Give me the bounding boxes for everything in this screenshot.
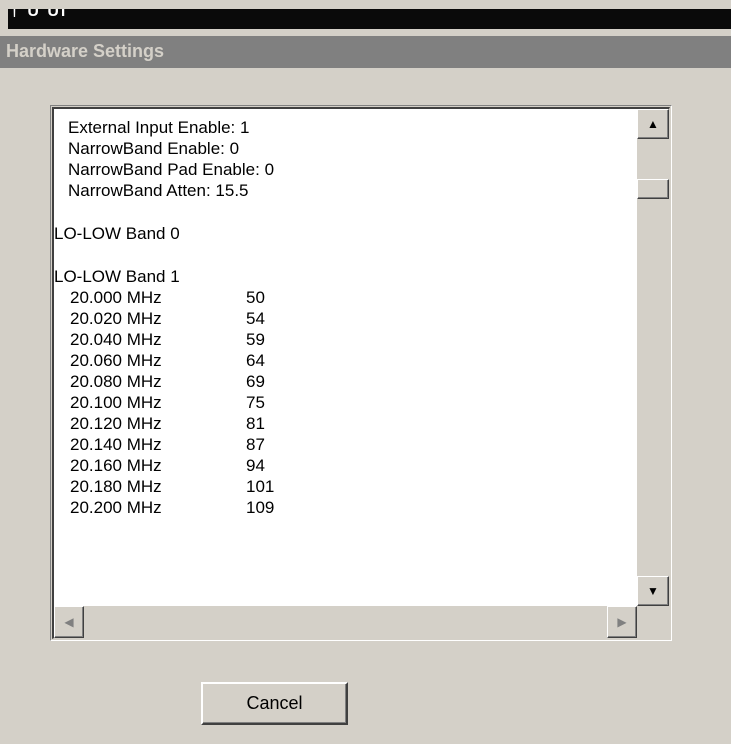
frequency-label: 20.160 MHz xyxy=(70,456,162,475)
list-item[interactable]: 20.180 MHz 101 xyxy=(54,476,634,497)
band-value: 94 xyxy=(246,456,265,475)
list-item[interactable]: NarrowBand Enable: 0 xyxy=(54,138,634,159)
band-value: 81 xyxy=(246,414,265,433)
frequency-label: 20.040 MHz xyxy=(70,330,162,349)
list-item[interactable]: 20.060 MHz 64 xyxy=(54,350,634,371)
scroll-up-button[interactable]: ▲ xyxy=(637,109,669,139)
arrow-right-icon: ▶ xyxy=(617,615,627,629)
frequency-label: 20.060 MHz xyxy=(70,351,162,370)
band-value: 87 xyxy=(246,435,265,454)
list-item[interactable]: 20.140 MHz 87 xyxy=(54,434,634,455)
settings-listbox-inner[interactable]: External Input Enable: 1 NarrowBand Enab… xyxy=(52,107,670,639)
list-item[interactable]: 20.000 MHz 50 xyxy=(54,287,634,308)
parent-window-titlebar: † U Ui xyxy=(0,0,731,36)
list-item[interactable]: LO-LOW Band 0 xyxy=(54,223,634,244)
band-value: 54 xyxy=(246,309,265,328)
band-value: 50 xyxy=(246,288,265,307)
list-item-blank[interactable] xyxy=(54,201,634,223)
scroll-thumb[interactable] xyxy=(637,179,669,199)
band-value: 101 xyxy=(246,477,275,496)
frequency-label: 20.100 MHz xyxy=(70,393,162,412)
list-item[interactable]: NarrowBand Atten: 15.5 xyxy=(54,180,634,201)
horizontal-scrollbar[interactable]: ◀ ▶ xyxy=(54,606,637,638)
list-item[interactable]: 20.080 MHz 69 xyxy=(54,371,634,392)
vertical-scrollbar[interactable]: ▲ ▼ xyxy=(637,109,669,606)
frequency-label: 20.200 MHz xyxy=(70,498,162,517)
band1-rows: 20.000 MHz 50 20.020 MHz 54 20.040 MHz 59 20.0… xyxy=(54,287,634,518)
frequency-label: 20.140 MHz xyxy=(70,435,162,454)
frequency-label: 20.180 MHz xyxy=(70,477,162,496)
list-item[interactable]: 20.100 MHz 75 xyxy=(54,392,634,413)
list-item[interactable]: 20.120 MHz 81 xyxy=(54,413,634,434)
parent-window-titlebar-strip: † U Ui xyxy=(8,9,731,29)
cancel-button[interactable]: Cancel xyxy=(201,682,348,725)
settings-list-content: External Input Enable: 1 NarrowBand Enab… xyxy=(54,117,634,518)
dialog-title: Hardware Settings xyxy=(6,41,165,61)
frequency-label: 20.020 MHz xyxy=(70,309,162,328)
list-item[interactable]: 20.040 MHz 59 xyxy=(54,329,634,350)
parent-window-title: † U Ui xyxy=(10,9,68,20)
settings-listbox[interactable]: External Input Enable: 1 NarrowBand Enab… xyxy=(50,105,672,641)
scroll-down-button[interactable]: ▼ xyxy=(637,576,669,606)
band-value: 64 xyxy=(246,351,265,370)
list-item[interactable]: External Input Enable: 1 xyxy=(54,117,634,138)
scrollbar-corner xyxy=(637,606,669,638)
arrow-up-icon: ▲ xyxy=(647,117,659,131)
list-item-blank[interactable] xyxy=(54,244,634,266)
band-value: 59 xyxy=(246,330,265,349)
frequency-label: 20.080 MHz xyxy=(70,372,162,391)
band-value: 109 xyxy=(246,498,275,517)
list-item[interactable]: 20.160 MHz 94 xyxy=(54,455,634,476)
arrow-down-icon: ▼ xyxy=(647,584,659,598)
list-item[interactable]: NarrowBand Pad Enable: 0 xyxy=(54,159,634,180)
band-value: 69 xyxy=(246,372,265,391)
dialog-titlebar[interactable]: Hardware Settings xyxy=(0,36,731,68)
arrow-left-icon: ◀ xyxy=(64,615,74,629)
frequency-label: 20.000 MHz xyxy=(70,288,162,307)
frequency-label: 20.120 MHz xyxy=(70,414,162,433)
list-item[interactable]: 20.020 MHz 54 xyxy=(54,308,634,329)
band-value: 75 xyxy=(246,393,265,412)
scroll-right-button[interactable]: ▶ xyxy=(607,606,637,638)
list-item[interactable]: 20.200 MHz 109 xyxy=(54,497,634,518)
list-item[interactable]: LO-LOW Band 1 xyxy=(54,266,634,287)
scroll-left-button[interactable]: ◀ xyxy=(54,606,84,638)
